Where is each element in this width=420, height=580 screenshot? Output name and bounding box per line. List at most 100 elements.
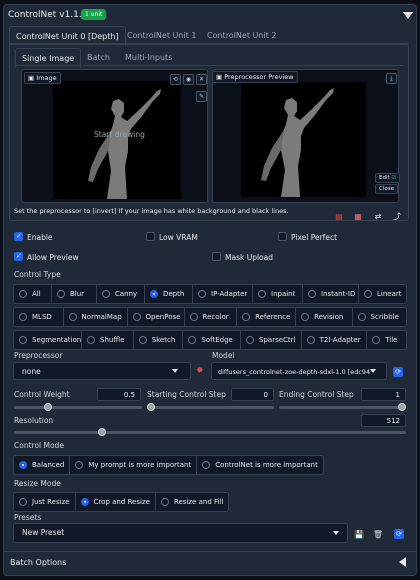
control-mode-controlnet[interactable]: ControlNet is more important <box>197 456 323 474</box>
download-button[interactable]: ⤓ <box>386 73 397 84</box>
radio-icon <box>306 336 315 344</box>
control-type-ip-adapter[interactable]: IP-Adapter <box>193 285 253 303</box>
control-type-normalmap[interactable]: NormalMap <box>64 308 128 326</box>
starting-step-slider[interactable] <box>147 406 274 409</box>
control-mode-balanced[interactable]: Balanced <box>14 456 71 474</box>
control-type-t2i-adapter[interactable]: T2I-Adapter <box>302 331 368 349</box>
control-type-softedge[interactable]: SoftEdge <box>183 331 242 349</box>
control-type-shuffle[interactable]: Shuffle <box>82 331 134 349</box>
control-weight-input[interactable]: 0.5 <box>97 388 141 401</box>
collapse-icon[interactable] <box>403 12 413 19</box>
radio-icon <box>301 313 310 321</box>
radio-icon <box>102 290 110 298</box>
preprocessor-hint: Set the preprocessor to [invert] If your… <box>14 207 289 215</box>
control-type-lineart[interactable]: Lineart <box>359 285 406 303</box>
starting-step-thumb[interactable] <box>147 403 155 411</box>
camera-button[interactable]: ◉ <box>183 74 194 85</box>
radio-selected-icon <box>19 461 27 469</box>
allow-preview-checkbox[interactable] <box>14 252 23 261</box>
expand-icon[interactable] <box>399 557 406 567</box>
radio-icon <box>242 313 251 321</box>
radio-icon <box>357 313 366 321</box>
control-type-canny[interactable]: Canny <box>97 285 145 303</box>
starting-step-input[interactable]: 0 <box>231 388 274 401</box>
radio-selected-icon <box>150 290 158 298</box>
close-button[interactable]: Close <box>375 184 398 194</box>
control-type-segmentation[interactable]: Segmentation <box>14 331 82 349</box>
radio-icon <box>372 336 381 344</box>
pixel-perfect-label: Pixel Perfect <box>291 233 338 242</box>
delete-preset-icon[interactable]: 🗑 <box>372 528 384 540</box>
radio-icon <box>189 313 198 321</box>
preprocessor-label: Preprocessor <box>14 351 63 360</box>
refresh-models-button[interactable]: ⟳ <box>393 367 403 377</box>
control-type-blur[interactable]: Blur <box>52 285 97 303</box>
grid-icon[interactable]: ▦ <box>352 210 364 222</box>
pixel-perfect-checkbox[interactable] <box>278 232 287 241</box>
control-type-group: All Blur Canny Depth IP-Adapter Inpaint … <box>13 284 407 350</box>
control-type-sketch[interactable]: Sketch <box>134 331 184 349</box>
control-type-instant-id[interactable]: Instant-ID <box>303 285 359 303</box>
tab-batch[interactable]: Batch <box>87 53 110 62</box>
radio-icon <box>246 336 255 344</box>
resolution-slider[interactable] <box>14 431 406 434</box>
ending-step-slider[interactable] <box>279 406 406 409</box>
save-preset-icon[interactable]: 💾 <box>353 528 365 540</box>
edit-icon: ☑ <box>391 175 397 181</box>
preprocessor-select[interactable]: none <box>13 362 191 380</box>
refresh-presets-button[interactable]: ⟳ <box>394 529 404 539</box>
chevron-down-icon <box>370 369 376 373</box>
radio-icon <box>160 498 169 506</box>
control-type-all[interactable]: All <box>14 285 52 303</box>
tab-multi-inputs[interactable]: Multi-Inputs <box>125 53 172 62</box>
control-type-depth[interactable]: Depth <box>145 285 193 303</box>
control-weight-slider[interactable] <box>14 406 142 409</box>
resolution-input[interactable]: 512 <box>361 414 406 427</box>
enable-checkbox[interactable] <box>14 232 23 241</box>
radio-icon <box>19 336 27 344</box>
control-type-scribble[interactable]: Scribble <box>353 308 406 326</box>
radio-icon <box>19 290 27 298</box>
radio-icon <box>202 461 211 469</box>
run-preprocessor-icon[interactable]: ✸ <box>196 366 204 376</box>
batch-options-toggle[interactable]: Batch Options <box>10 558 66 567</box>
ending-step-input[interactable]: 1 <box>361 388 406 401</box>
resize-mode-crop[interactable]: Crop and Resize <box>76 493 156 511</box>
model-select[interactable]: diffusers_controlnet-zoe-depth-sdxl-1.0 … <box>211 362 387 380</box>
clear-button[interactable]: ✕ <box>196 74 207 85</box>
preview-label: ▣ Preprocessor Preview <box>212 71 298 83</box>
control-type-recolor[interactable]: Recolor <box>185 308 238 326</box>
resize-mode-label: Resize Mode <box>14 479 61 488</box>
control-type-openpose[interactable]: OpenPose <box>128 308 185 326</box>
drawing-canvas[interactable] <box>53 81 181 199</box>
depth-preview-image <box>261 88 334 197</box>
presets-select[interactable]: New Preset <box>13 523 348 543</box>
tab-unit-2[interactable]: ControlNet Unit 2 <box>207 31 276 40</box>
mask-upload-checkbox[interactable] <box>212 252 221 261</box>
ending-step-thumb[interactable] <box>398 403 406 411</box>
resize-mode-just-resize[interactable]: Just Resize <box>14 493 76 511</box>
control-type-inpaint[interactable]: Inpaint <box>253 285 303 303</box>
undo-button[interactable]: ⟲ <box>170 74 181 85</box>
radio-icon <box>364 290 372 298</box>
pdf-icon[interactable]: ▤ <box>333 210 345 222</box>
control-type-tile[interactable]: Tile <box>367 331 406 349</box>
control-type-reference[interactable]: Reference <box>237 308 297 326</box>
edit-button[interactable]: Edit ☑ <box>375 173 401 183</box>
control-type-sparsectrl[interactable]: SparseCtrl <box>241 331 302 349</box>
low-vram-label: Low VRAM <box>159 233 198 242</box>
send-icon[interactable]: ⤴ <box>391 210 403 222</box>
swap-icon[interactable]: ⇄ <box>372 210 384 222</box>
resize-mode-fill[interactable]: Resize and Fill <box>156 493 228 511</box>
control-type-mlsd[interactable]: MLSD <box>14 308 64 326</box>
preview-canvas <box>241 82 366 197</box>
control-type-revision[interactable]: Revision <box>296 308 353 326</box>
tab-unit-1[interactable]: ControlNet Unit 1 <box>127 31 196 40</box>
control-mode-prompt[interactable]: My prompt is more important <box>70 456 198 474</box>
pen-button[interactable]: ✎ <box>196 91 207 102</box>
input-tab-divider <box>15 65 403 66</box>
resize-mode-group: Just Resize Crop and Resize Resize and F… <box>13 492 230 512</box>
control-weight-thumb[interactable] <box>44 403 52 411</box>
allow-preview-label: Allow Preview <box>27 253 79 262</box>
low-vram-checkbox[interactable] <box>146 232 155 241</box>
